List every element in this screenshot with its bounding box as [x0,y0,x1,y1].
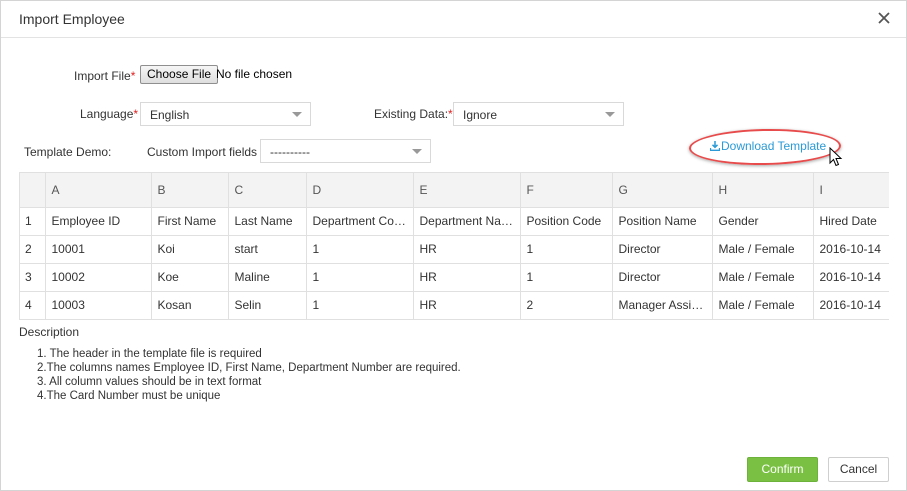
table-cell: 2016-10-14 [813,263,889,292]
confirm-button[interactable]: Confirm [747,457,818,482]
table-row: 2 10001 Koi start 1 HR 1 Director Male / Female 2… [20,235,889,264]
table-cell: start [228,235,307,264]
table-cell: 10003 [45,291,152,320]
grid-column-header: B [151,173,229,208]
table-cell: Director [612,235,713,264]
table-cell: Male / Female [712,235,814,264]
table-cell: 1 [306,263,414,292]
grid-column-header-row: ABCDEFGHI [20,173,889,208]
table-cell: Department Code [306,207,414,236]
row-number: 1 [20,207,46,236]
import-file-label: Import File* [74,69,136,83]
table-cell: Gender [712,207,814,236]
dialog-title: Import Employee [19,11,125,27]
description-item: 1. The header in the template file is re… [37,348,262,360]
table-cell: Position Name [612,207,713,236]
table-row: 1 Employee ID First Name Last Name Departmen… [20,207,889,236]
description-item: 4.The Card Number must be unique [37,390,221,402]
table-cell: Manager Assistant [612,291,713,320]
download-template-label: Download Template [721,139,827,153]
row-number: 2 [20,235,46,264]
table-cell: HR [413,291,521,320]
table-cell: Kosan [151,291,229,320]
description-list: 1. The header in the template file is re… [37,347,461,403]
download-template-link[interactable]: Download Template [709,139,827,153]
template-demo-grid: A B C D E F G H I 1 Employee ID First Name Last Name… [19,172,889,320]
import-employee-dialog: Import Employee Import File* Choose File… [0,0,907,491]
choose-file-button[interactable]: Choose File [140,65,219,84]
row-number: 4 [20,291,46,320]
chevron-down-icon [292,112,302,117]
grid-column-header: F [520,173,613,208]
row-number: 3 [20,263,46,292]
table-cell: Department Name [413,207,521,236]
download-icon [709,141,721,151]
chevron-down-icon [412,149,422,154]
grid-column-header: H [712,173,814,208]
table-cell: 1 [306,291,414,320]
mouse-pointer-icon [829,147,843,167]
custom-import-fields-select[interactable]: ---------- [260,139,431,163]
table-cell: Maline [228,263,307,292]
description-item: 2.The columns names Employee ID, First N… [37,362,461,374]
template-demo-label: Template Demo: [24,145,112,159]
grid-column-header: A [45,173,152,208]
grid-column-header: E [413,173,521,208]
language-value: English [150,108,190,122]
table-cell: Selin [228,291,307,320]
table-cell: Last Name [228,207,307,236]
custom-import-fields-value: ---------- [270,145,310,159]
table-cell: Director [612,263,713,292]
language-select[interactable]: English [140,102,311,126]
table-cell: 10002 [45,263,152,292]
file-status-text: No file chosen [216,67,293,81]
table-cell: 2 [520,291,613,320]
table-cell: Male / Female [712,291,814,320]
table-row: 4 10003 Kosan Selin 1 HR 2 Manager Assistant Mal… [20,291,889,320]
existing-data-value: Ignore [463,108,498,122]
table-cell: 1 [520,235,613,264]
table-cell: 10001 [45,235,152,264]
table-cell: Employee ID [45,207,152,236]
table-cell: First Name [151,207,229,236]
description-item: 3. All column values should be in text f… [37,376,262,388]
existing-data-label: Existing Data:* [374,107,453,121]
grid-column-header: D [306,173,414,208]
table-cell: Hired Date [813,207,889,236]
table-cell: 1 [520,263,613,292]
language-label: Language* [80,107,139,121]
grid-column-header: I [813,173,889,208]
table-cell: Male / Female [712,263,814,292]
close-icon[interactable] [876,10,892,26]
dialog-titlebar: Import Employee [1,1,906,38]
cancel-button[interactable]: Cancel [828,457,889,482]
description-title: Description [19,325,80,339]
table-cell: 2016-10-14 [813,235,889,264]
table-cell: Koe [151,263,229,292]
table-cell: 2016-10-14 [813,291,889,320]
chevron-down-icon [605,112,615,117]
existing-data-select[interactable]: Ignore [453,102,624,126]
table-cell: 1 [306,235,414,264]
grid-column-header: G [612,173,713,208]
table-cell: HR [413,235,521,264]
grid-corner-cell [20,173,46,208]
table-cell: Koi [151,235,229,264]
custom-import-fields-label: Custom Import fields [147,145,258,159]
table-cell: Position Code [520,207,613,236]
table-row: 3 10002 Koe Maline 1 HR 1 Director Male / Female… [20,263,889,292]
table-cell: HR [413,263,521,292]
grid-column-header: C [228,173,307,208]
